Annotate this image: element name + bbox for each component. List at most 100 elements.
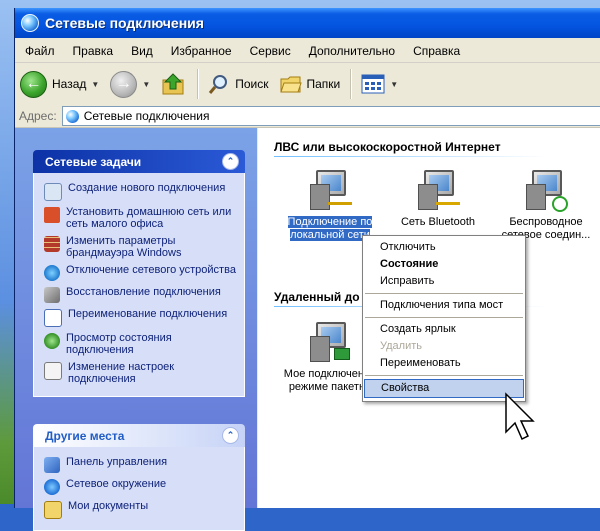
place-label: Панель управления	[66, 456, 168, 468]
task-label: Создание нового подключения	[68, 182, 226, 194]
network-tasks-panel: Сетевые задачи ⌃ Создание нового подключ…	[33, 150, 245, 397]
wireless-connection-icon	[522, 166, 570, 212]
ctx-properties[interactable]: Свойства	[364, 379, 524, 398]
other-places-list: Панель управления Сетевое окружение Мои …	[33, 447, 245, 531]
ctx-disconnect[interactable]: Отключить	[363, 239, 525, 256]
menu-view[interactable]: Вид	[121, 44, 161, 58]
folders-button[interactable]: Папки	[275, 67, 347, 101]
window-title: Сетевые подключения	[45, 15, 204, 31]
views-icon	[361, 74, 385, 94]
back-dropdown-icon[interactable]: ▼	[91, 80, 99, 89]
collapse-chevron-icon[interactable]: ⌃	[222, 427, 239, 444]
collapse-chevron-icon[interactable]: ⌃	[222, 153, 239, 170]
place-label: Мои документы	[68, 500, 149, 512]
back-button[interactable]: ← Назад ▼	[15, 67, 105, 101]
task-view-status[interactable]: Просмотр состояния подключения	[44, 332, 238, 356]
mouse-cursor-icon	[505, 392, 535, 441]
home-network-icon	[44, 207, 60, 223]
up-folder-button[interactable]	[156, 67, 193, 101]
control-panel-icon	[44, 457, 60, 473]
rename-icon	[44, 309, 62, 327]
search-label: Поиск	[235, 77, 269, 91]
forward-button[interactable]: → ▼	[105, 67, 156, 101]
menu-separator	[365, 317, 523, 318]
back-arrow-icon: ←	[20, 70, 47, 98]
firewall-icon	[44, 236, 60, 252]
task-label: Изменить параметры брандмауэра Windows	[66, 235, 182, 259]
dialup-connection-icon	[306, 318, 354, 364]
menu-help[interactable]: Справка	[403, 44, 468, 58]
menu-separator	[365, 375, 523, 376]
task-pane: Сетевые задачи ⌃ Создание нового подключ…	[15, 128, 257, 531]
task-label: Восстановление подключения	[66, 286, 221, 298]
repair-wrench-icon	[44, 287, 60, 303]
wireless-signal-icon	[552, 196, 568, 212]
task-label: Переименование подключения	[68, 308, 228, 320]
menu-file[interactable]: Файл	[15, 44, 63, 58]
task-disable-device[interactable]: Отключение сетевого устройства	[44, 264, 238, 281]
ctx-rename[interactable]: Переименовать	[363, 355, 525, 372]
search-icon	[209, 75, 228, 94]
network-tasks-header[interactable]: Сетевые задачи ⌃	[33, 150, 245, 173]
toolbar-separator	[350, 69, 353, 99]
lan-group-title: ЛВС или высокоскоростной Интернет	[274, 140, 501, 154]
toolbar-separator	[197, 69, 200, 99]
menu-edit[interactable]: Правка	[63, 44, 122, 58]
views-button[interactable]: ▼	[356, 67, 404, 101]
up-folder-icon	[162, 73, 184, 95]
network-neighborhood-icon	[44, 479, 60, 495]
place-my-documents[interactable]: Мои документы	[44, 500, 238, 519]
task-firewall-settings[interactable]: Изменить параметры брандмауэра Windows	[44, 235, 238, 259]
bluetooth-connection-label: Сеть Bluetooth	[400, 216, 475, 228]
other-places-panel: Другие места ⌃ Панель управления Сетевое…	[33, 424, 245, 531]
task-setup-home-network[interactable]: Установить домашнюю сеть или сеть малого…	[44, 206, 238, 230]
menu-tools[interactable]: Сервис	[240, 44, 299, 58]
back-label: Назад	[52, 77, 87, 91]
other-places-title: Другие места	[45, 428, 125, 443]
address-label: Адрес:	[19, 109, 57, 123]
task-change-settings[interactable]: Изменение настроек подключения	[44, 361, 238, 385]
new-connection-icon	[44, 183, 62, 201]
search-button[interactable]: Поиск	[203, 67, 274, 101]
bluetooth-connection[interactable]: Сеть Bluetooth	[386, 166, 490, 229]
place-network-neighborhood[interactable]: Сетевое окружение	[44, 478, 238, 495]
ctx-repair[interactable]: Исправить	[363, 273, 525, 290]
bluetooth-connection-icon	[414, 166, 462, 212]
network-connections-icon	[21, 14, 39, 32]
place-control-panel[interactable]: Панель управления	[44, 456, 238, 473]
task-create-connection[interactable]: Создание нового подключения	[44, 182, 238, 201]
status-icon	[44, 333, 60, 349]
wireless-connection[interactable]: Беспроводное сетевое соедин...	[494, 166, 598, 242]
ctx-create-shortcut[interactable]: Создать ярлык	[363, 321, 525, 338]
task-label: Отключение сетевого устройства	[66, 264, 236, 276]
menu-advanced[interactable]: Дополнительно	[299, 44, 403, 58]
forward-dropdown-icon[interactable]: ▼	[142, 80, 150, 89]
address-bar: Адрес: Сетевые подключения	[15, 105, 600, 128]
menu-bar: Файл Правка Вид Избранное Сервис Дополни…	[15, 39, 600, 63]
task-label: Изменение настроек подключения	[68, 361, 175, 385]
folders-label: Папки	[306, 77, 341, 91]
remote-group-title: Удаленный до	[274, 290, 360, 304]
menu-separator	[365, 293, 523, 294]
title-bar[interactable]: Сетевые подключения	[15, 8, 600, 38]
modem-icon	[334, 348, 350, 360]
menu-favorites[interactable]: Избранное	[161, 44, 240, 58]
network-connections-icon	[65, 109, 79, 123]
network-tasks-list: Создание нового подключения Установить д…	[33, 173, 245, 397]
ctx-status[interactable]: Состояние	[363, 256, 525, 273]
address-value: Сетевые подключения	[83, 109, 210, 123]
lan-connection-label: Подключение по локальной сети	[287, 216, 373, 241]
task-label: Просмотр состояния подключения	[66, 332, 172, 356]
task-rename-connection[interactable]: Переименование подключения	[44, 308, 238, 327]
address-input[interactable]: Сетевые подключения	[61, 106, 600, 126]
lan-connection[interactable]: Подключение по локальной сети	[278, 166, 382, 242]
task-label: Установить домашнюю сеть или сеть малого…	[66, 206, 232, 230]
task-repair-connection[interactable]: Восстановление подключения	[44, 286, 238, 303]
other-places-header[interactable]: Другие места ⌃	[33, 424, 245, 447]
ctx-bridge-connections[interactable]: Подключения типа мост	[363, 297, 525, 314]
views-dropdown-icon[interactable]: ▼	[390, 80, 398, 89]
context-menu: Отключить Состояние Исправить Подключени…	[362, 235, 526, 402]
network-tasks-title: Сетевые задачи	[45, 154, 142, 169]
folders-icon	[279, 76, 302, 93]
forward-arrow-icon: →	[110, 70, 138, 98]
